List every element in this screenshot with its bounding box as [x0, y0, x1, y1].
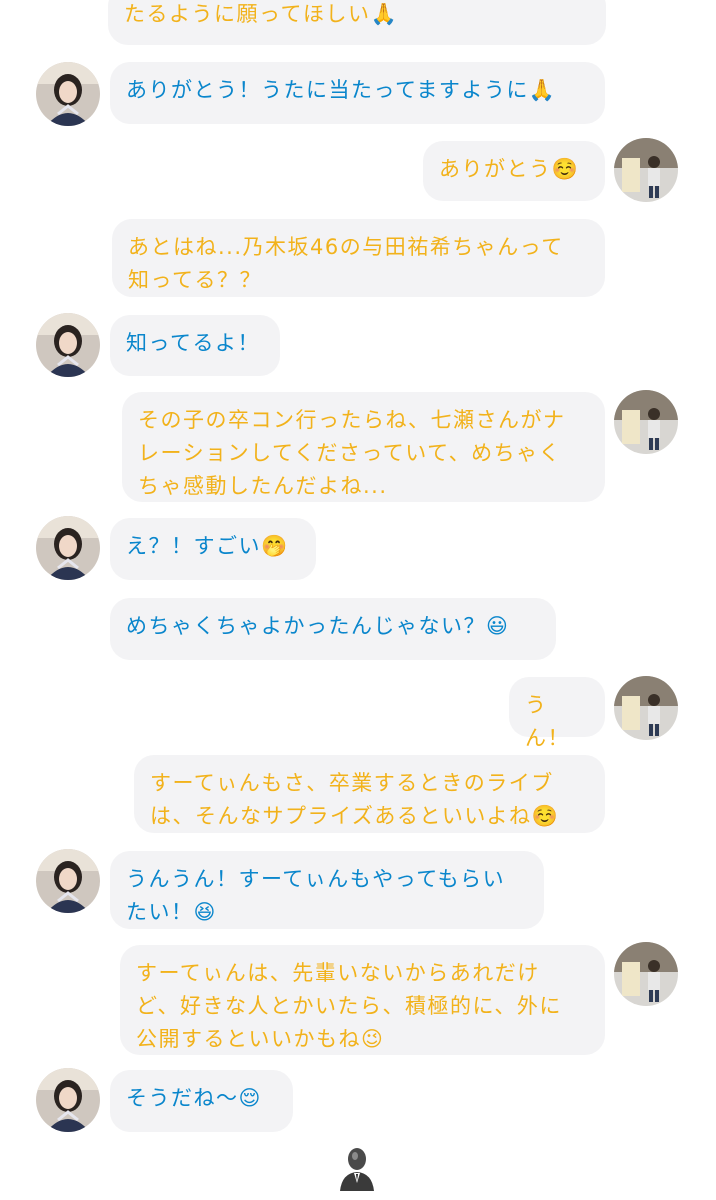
- avatar-left[interactable]: [36, 62, 100, 126]
- user-photo-icon: [36, 849, 100, 913]
- user-photo-icon: [36, 516, 100, 580]
- user-photo-icon: [36, 62, 100, 126]
- message-bubble-right: すーてぃんは、先輩いないからあれだけ ど、好きな人とかいたら、積極的に、外に 公…: [120, 945, 605, 1055]
- user-photo-icon: [614, 942, 678, 1006]
- avatar-right[interactable]: [614, 138, 678, 202]
- user-photo-icon: [36, 313, 100, 377]
- message-bubble-left: うんうん！すーてぃんもやってもらい たい！😆: [110, 851, 544, 929]
- message-bubble-right: すーてぃんもさ、卒業するときのライブ は、そんなサプライズあるといいよね☺️: [134, 755, 605, 833]
- avatar-left[interactable]: [36, 849, 100, 913]
- user-photo-icon: [36, 1068, 100, 1132]
- message-bubble-right: あとはね...乃木坂46の与田祐希ちゃんって 知ってる？？: [112, 219, 605, 297]
- user-photo-icon: [614, 676, 678, 740]
- user-photo-icon: [614, 138, 678, 202]
- person-silhouette-icon[interactable]: [338, 1145, 376, 1193]
- avatar-left[interactable]: [36, 1068, 100, 1132]
- avatar-left[interactable]: [36, 516, 100, 580]
- avatar-right[interactable]: [614, 676, 678, 740]
- user-photo-icon: [614, 390, 678, 454]
- message-bubble-left: ありがとう！うたに当たってますように🙏: [110, 62, 605, 124]
- user-icon: [340, 1148, 374, 1191]
- message-bubble-left: めちゃくちゃよかったんじゃない？😃: [110, 598, 556, 660]
- message-bubble-left: 知ってるよ！: [110, 315, 280, 376]
- avatar-right[interactable]: [614, 390, 678, 454]
- message-bubble-right: うん！: [509, 677, 605, 750]
- message-bubble-left: そうだね〜😌: [110, 1070, 293, 1132]
- message-bubble-right: ありがとう☺️: [423, 141, 605, 201]
- avatar-left[interactable]: [36, 313, 100, 377]
- message-bubble-right: たるように願ってほしい🙏: [108, 0, 606, 45]
- message-bubble-right: その子の卒コン行ったらね、七瀬さんがナ レーションしてくださっていて、めちゃく …: [122, 392, 605, 502]
- avatar-right[interactable]: [614, 942, 678, 1006]
- message-bubble-left: え？！すごい🤭: [110, 518, 316, 580]
